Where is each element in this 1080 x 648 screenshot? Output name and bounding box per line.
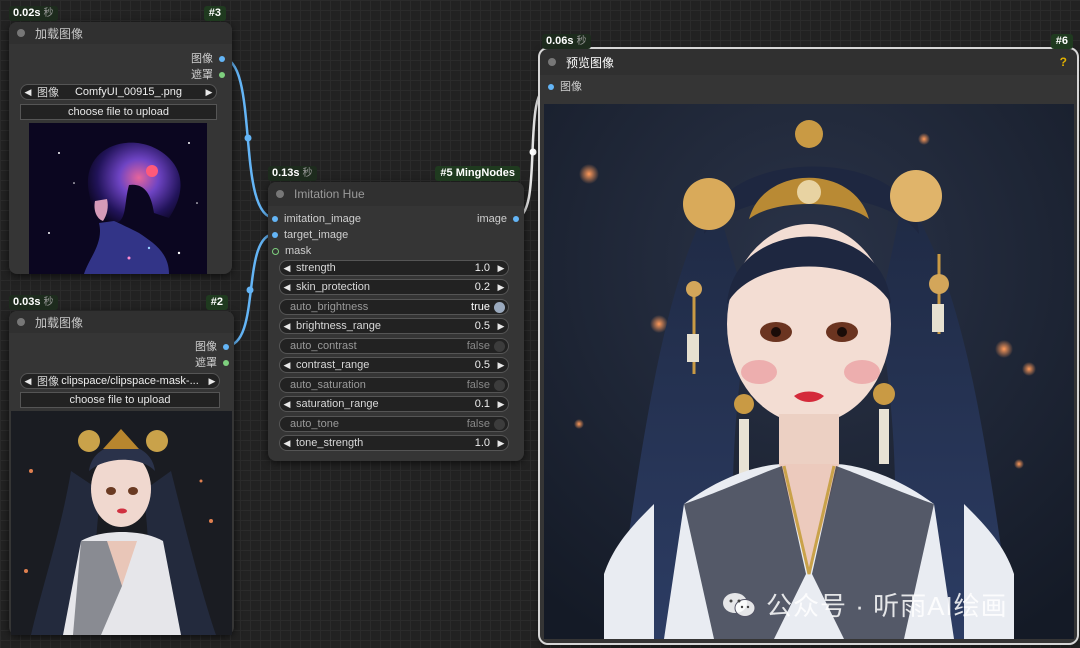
node-title: Imitation Hue	[294, 187, 365, 201]
link-midpoint	[529, 148, 537, 156]
upload-button[interactable]: choose file to upload	[20, 392, 220, 408]
arrow-right-icon[interactable]: ▶	[494, 360, 508, 371]
upload-button[interactable]: choose file to upload	[20, 104, 217, 120]
auto-saturation-toggle[interactable]: auto_saturation false	[279, 377, 509, 393]
arrow-left-icon[interactable]: ◀	[21, 87, 35, 98]
link-midpoint	[244, 134, 252, 142]
arrow-right-icon[interactable]: ▶	[202, 87, 216, 98]
toggle-knob-icon	[494, 379, 505, 391]
collapse-dot-icon[interactable]	[276, 190, 284, 198]
slot-dot-icon	[223, 344, 229, 351]
slot-dot-icon	[219, 72, 225, 79]
node-title: 预览图像	[566, 55, 615, 70]
wechat-icon	[722, 592, 756, 618]
strength-slider[interactable]: ◀ strength 1.0 ▶	[279, 260, 509, 276]
arrow-right-icon[interactable]: ▶	[494, 282, 508, 293]
image-preview-thumbnail	[11, 411, 232, 635]
arrow-left-icon[interactable]: ◀	[280, 438, 294, 449]
input-slot-image[interactable]: 图像	[548, 80, 582, 94]
execution-time-badge: 0.06s 秒	[542, 34, 591, 49]
arrow-right-icon[interactable]: ▶	[494, 321, 508, 332]
node-title-bar[interactable]: Imitation Hue	[268, 182, 524, 206]
arrow-left-icon[interactable]: ◀	[21, 376, 35, 387]
arrow-left-icon[interactable]: ◀	[280, 263, 294, 274]
slot-dot-icon	[272, 232, 278, 239]
arrow-left-icon[interactable]: ◀	[280, 321, 294, 332]
node-title: 加载图像	[35, 26, 84, 41]
input-slot-imitation-image[interactable]: imitation_image	[272, 212, 361, 226]
execution-time-badge: 0.03s 秒	[9, 295, 58, 310]
collapse-dot-icon[interactable]	[17, 318, 25, 326]
slot-dot-icon	[272, 247, 279, 255]
load-image-node-2[interactable]: 0.03s 秒 #2 加载图像 图像 遮罩 ◀ 图像 clipspace/clip…	[9, 295, 234, 635]
watermark-text: 公众号 · 听雨AI绘画	[766, 591, 1008, 621]
output-slot-mask[interactable]: 遮罩	[195, 356, 229, 370]
contrast-range-slider[interactable]: ◀ contrast_range 0.5 ▶	[279, 357, 509, 373]
brightness-range-slider[interactable]: ◀ brightness_range 0.5 ▶	[279, 318, 509, 334]
arrow-left-icon[interactable]: ◀	[280, 360, 294, 371]
slot-dot-icon	[513, 216, 519, 223]
arrow-right-icon[interactable]: ▶	[494, 263, 508, 274]
slot-dot-icon	[548, 84, 554, 91]
image-combo[interactable]: ◀ 图像 clipspace/clipspace-mask-... ▶	[20, 373, 220, 389]
image-combo[interactable]: ◀ 图像 ComfyUI_00915_.png ▶	[20, 84, 217, 100]
watermark: 公众号 · 听雨AI绘画	[722, 586, 1008, 623]
arrow-right-icon[interactable]: ▶	[494, 438, 508, 449]
output-slot-image[interactable]: 图像	[191, 52, 225, 66]
toggle-knob-icon	[494, 301, 505, 313]
node-id-badge: #6	[1050, 34, 1073, 49]
arrow-right-icon[interactable]: ▶	[494, 399, 508, 410]
auto-brightness-toggle[interactable]: auto_brightness true	[279, 299, 509, 315]
image-preview-thumbnail	[29, 123, 207, 274]
node-title-bar[interactable]: 加载图像	[9, 311, 234, 333]
node-title-bar[interactable]: 预览图像 ?	[540, 49, 1077, 75]
link-midpoint	[246, 286, 254, 294]
slot-dot-icon	[219, 56, 225, 63]
execution-time-badge: 0.13s 秒	[268, 166, 317, 181]
load-image-node-3[interactable]: 0.02s 秒 #3 加载图像 图像 遮罩 ◀ 图像 ComfyUI_00915_…	[9, 6, 232, 274]
node-id-badge: #2	[205, 295, 228, 310]
output-slot-mask[interactable]: 遮罩	[191, 68, 225, 82]
saturation-range-slider[interactable]: ◀ saturation_range 0.1 ▶	[279, 396, 509, 412]
imitation-hue-node[interactable]: 0.13s 秒 #5 MingNodes Imitation Hue imitat…	[268, 166, 524, 461]
help-icon[interactable]: ?	[1060, 55, 1067, 69]
toggle-knob-icon	[494, 340, 505, 352]
output-slot-image[interactable]: 图像	[195, 340, 229, 354]
output-slot-image[interactable]: image	[477, 212, 519, 226]
collapse-dot-icon[interactable]	[548, 58, 556, 66]
node-id-badge: #5 MingNodes	[435, 166, 520, 181]
preview-image	[544, 104, 1074, 639]
tone-strength-slider[interactable]: ◀ tone_strength 1.0 ▶	[279, 435, 509, 451]
auto-contrast-toggle[interactable]: auto_contrast false	[279, 338, 509, 354]
preview-image-node[interactable]: 0.06s 秒 #6 预览图像 ? 图像	[538, 34, 1079, 645]
input-slot-target-image[interactable]: target_image	[272, 228, 348, 242]
arrow-left-icon[interactable]: ◀	[280, 282, 294, 293]
skin-protection-slider[interactable]: ◀ skin_protection 0.2 ▶	[279, 279, 509, 295]
auto-tone-toggle[interactable]: auto_tone false	[279, 416, 509, 432]
toggle-knob-icon	[494, 418, 505, 430]
arrow-right-icon[interactable]: ▶	[205, 376, 219, 387]
collapse-dot-icon[interactable]	[17, 29, 25, 37]
node-title-bar[interactable]: 加载图像	[9, 22, 232, 44]
execution-time-badge: 0.02s 秒	[9, 6, 58, 21]
node-title: 加载图像	[35, 315, 84, 330]
arrow-left-icon[interactable]: ◀	[280, 399, 294, 410]
input-slot-mask[interactable]: mask	[272, 244, 311, 258]
node-id-badge: #3	[203, 6, 226, 21]
slot-dot-icon	[223, 360, 229, 367]
slot-dot-icon	[272, 216, 278, 223]
